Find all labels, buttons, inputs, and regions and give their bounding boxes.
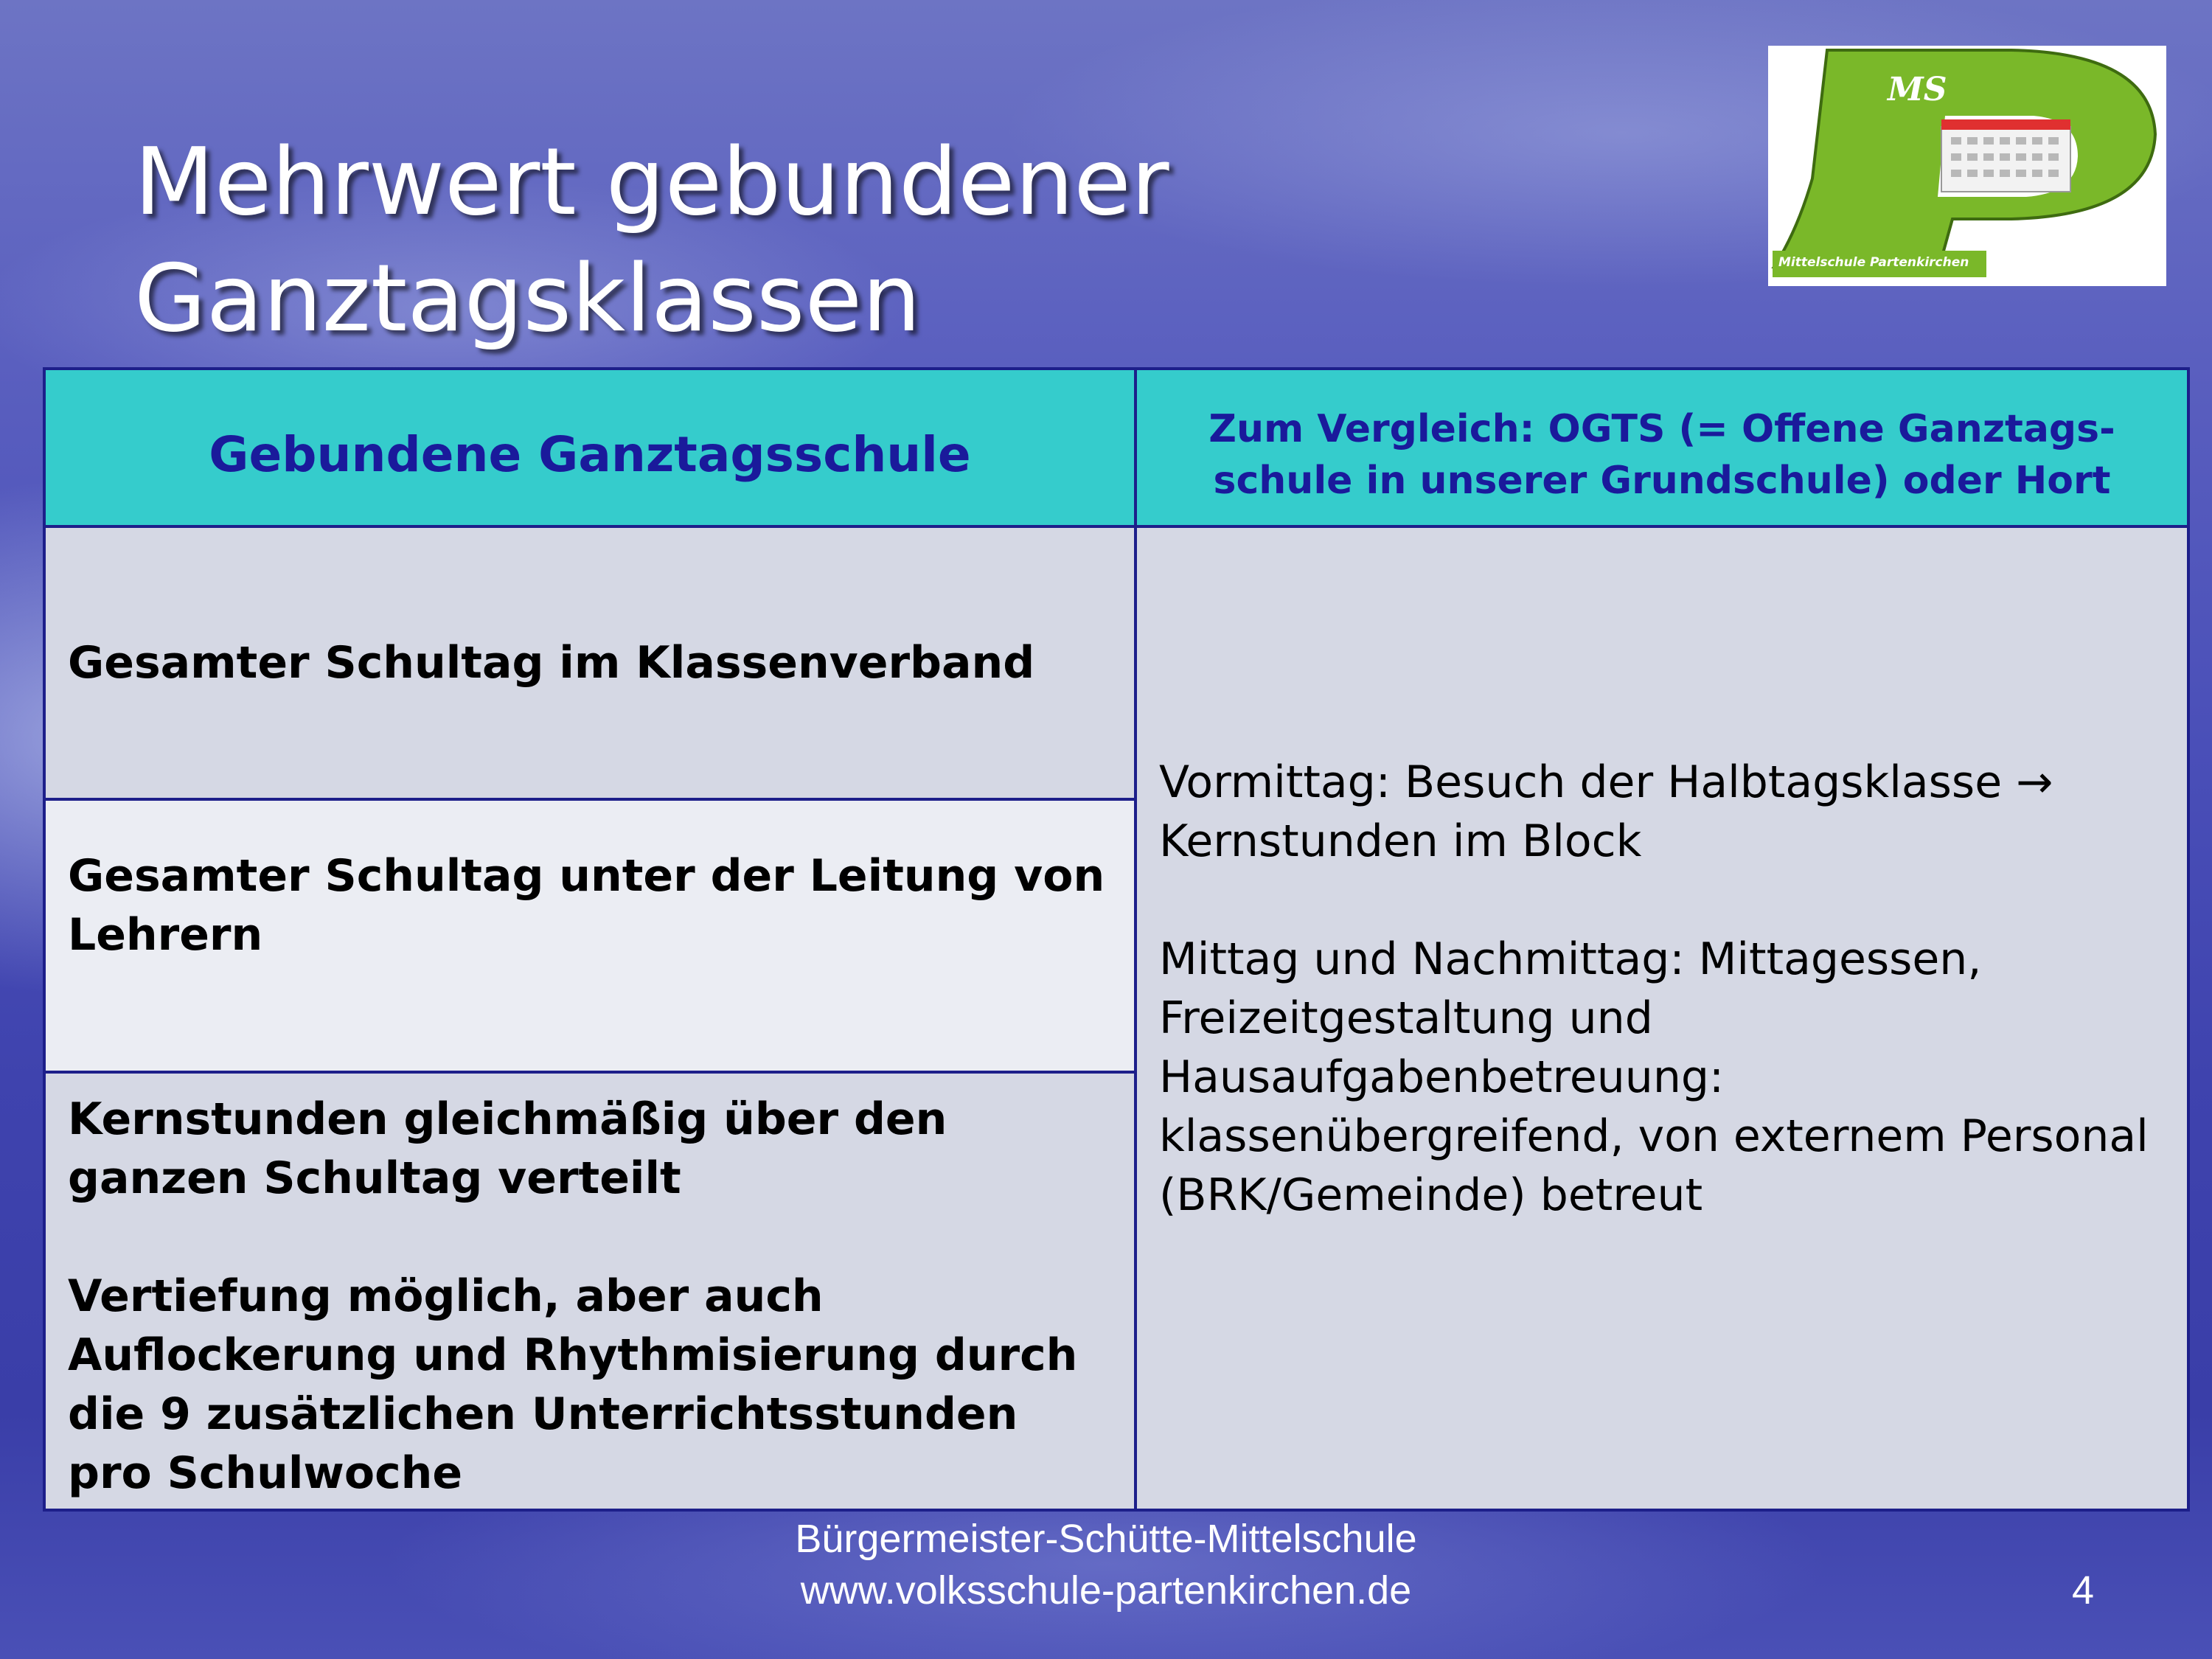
school-logo: MS Mittelschule Partenkirchen (1768, 46, 2166, 286)
slide-title-line1: Mehrwert gebundener (134, 128, 1169, 236)
cell-ogts-description: Vormittag: Besuch der Halbtagsklasse → K… (1134, 525, 2190, 1512)
cell-leitung-lehrer: Gesamter Schultag unter der Leitung von … (43, 798, 1137, 1074)
slide-footer: Bürgermeister-Schütte-Mittelschule www.v… (0, 1513, 2212, 1616)
table-row: Gesamter Schultag im Klassenverband Vorm… (43, 525, 2190, 1512)
header-gebundene: Gebundene Ganztagsschule (43, 367, 1137, 528)
comparison-table: Gebundene Ganztagsschule Zum Vergleich: … (43, 367, 2190, 1512)
cell-klassenverband: Gesamter Schultag im Klassenverband (43, 525, 1137, 801)
cell-text: Gesamter Schultag im Klassenverband (68, 637, 1035, 689)
header-right-line2: schule in unserer Grundschule) oder Hort (1213, 459, 2111, 503)
kernstunden-text: Kernstunden gleichmäßig über den ganzen … (68, 1093, 947, 1204)
ogts-afternoon-text: Mittag und Nachmittag: Mittagessen, Frei… (1159, 933, 2149, 1221)
cell-text: Gesamter Schultag unter der Leitung von … (68, 850, 1105, 961)
page-number: 4 (2071, 1568, 2094, 1613)
footer-website: www.volksschule-partenkirchen.de (800, 1568, 1412, 1613)
footer-school-name: Bürgermeister-Schütte-Mittelschule (795, 1517, 1417, 1561)
ogts-morning-text: Vormittag: Besuch der Halbtagsklasse → K… (1159, 757, 2053, 867)
logo-ms-text: MS (1888, 71, 1947, 108)
header-right-line1: Zum Vergleich: OGTS (= Offene Ganztags- (1208, 407, 2115, 451)
logo-caption: Mittelschule Partenkirchen (1778, 255, 1969, 270)
slide-title: Mehrwert gebundener Ganztagsklassen (134, 124, 1240, 357)
header-left-label: Gebundene Ganztagsschule (209, 425, 971, 483)
vertiefung-text: Vertiefung möglich, aber auch Auflockeru… (68, 1270, 1078, 1499)
slide-title-line2: Ganztagsklassen (134, 244, 921, 352)
cell-kernstunden: Kernstunden gleichmäßig über den ganzen … (43, 1071, 1137, 1512)
header-vergleich: Zum Vergleich: OGTS (= Offene Ganztags- … (1134, 367, 2190, 528)
table-header-row: Gebundene Ganztagsschule Zum Vergleich: … (43, 367, 2190, 528)
